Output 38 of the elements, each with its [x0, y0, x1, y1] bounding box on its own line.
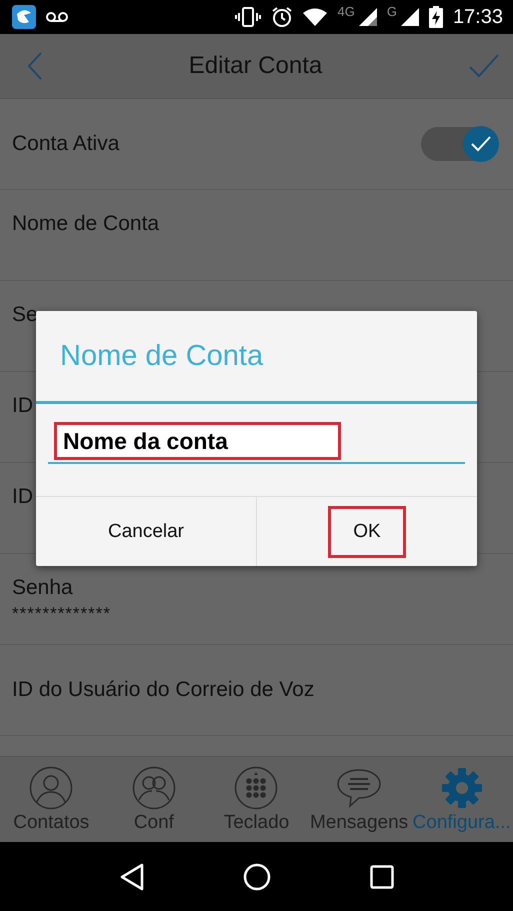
- recent-apps-icon[interactable]: [370, 864, 394, 888]
- dialpad-icon: [234, 766, 278, 810]
- nav-tab[interactable]: Conf: [102, 766, 206, 834]
- check-icon[interactable]: [469, 54, 499, 78]
- setting-label: ID do Usuário do Correio de Voz: [12, 678, 314, 702]
- setting-label: Nome de Conta: [12, 212, 160, 236]
- dialog-button[interactable]: OK: [256, 497, 477, 566]
- signal-icon: [400, 8, 419, 26]
- voicemail-icon: [46, 11, 68, 23]
- alarm-icon: [271, 6, 294, 28]
- clock-time: 17:33: [452, 6, 503, 28]
- signal-icon: [358, 8, 377, 26]
- group-icon: [132, 766, 176, 810]
- network-label: G: [386, 4, 397, 19]
- setting-label: ID: [12, 394, 33, 418]
- battery-charging-icon: [428, 6, 443, 28]
- vibrate-icon: [235, 6, 262, 28]
- dialog-title: Nome de Conta: [36, 311, 477, 404]
- app-logo-icon: [12, 5, 36, 29]
- dialog-button[interactable]: Cancelar: [36, 497, 256, 566]
- setting-label: Se: [12, 303, 38, 327]
- person-icon: [29, 766, 74, 810]
- nav-tab[interactable]: Contatos: [0, 766, 103, 834]
- name-input-field[interactable]: Nome da conta: [54, 422, 341, 460]
- settings-icon: [440, 766, 484, 810]
- setting-label: Senha: [12, 576, 73, 600]
- check-icon: [471, 136, 491, 152]
- nav-tab[interactable]: Configura...: [410, 766, 513, 834]
- toggle-switch[interactable]: [421, 127, 497, 161]
- setting-label: ID: [12, 485, 33, 509]
- network-label: 4G: [337, 4, 355, 19]
- nav-tab[interactable]: Teclado: [205, 766, 308, 834]
- wifi-icon: [303, 8, 328, 26]
- home-icon[interactable]: [242, 862, 270, 890]
- nav-tab[interactable]: Mensagens: [308, 766, 410, 834]
- setting-value: *************: [12, 604, 112, 624]
- setting-label: Conta Ativa: [12, 132, 120, 156]
- screen-title: Editar Conta: [188, 52, 322, 80]
